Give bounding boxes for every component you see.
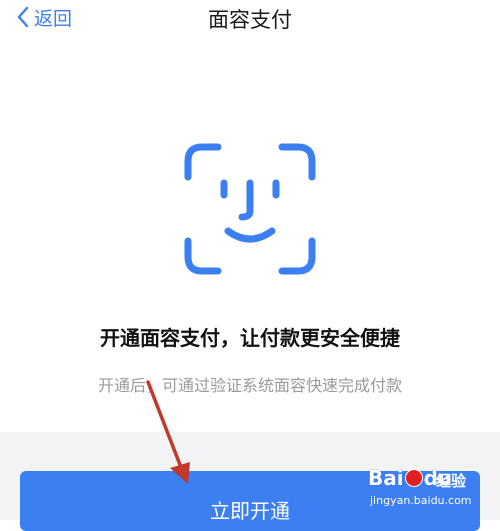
face-id-icon [184, 143, 316, 275]
watermark-product: 经验 [436, 472, 467, 490]
navigation-bar: 返回 面容支付 [0, 0, 500, 36]
baidu-jingyan-watermark: Bai du 经验 jingyan.baidu.com [368, 466, 492, 514]
description-text: 开通后，可通过验证系统面容快速完成付款 [97, 376, 402, 395]
paw-icon [404, 469, 423, 487]
watermark-url: jingyan.baidu.com [370, 494, 472, 507]
headline-text: 开通面容支付，让付款更安全便捷 [100, 326, 400, 350]
page-title: 面容支付 [208, 8, 292, 32]
watermark-logo-text-1: Bai [368, 466, 404, 490]
